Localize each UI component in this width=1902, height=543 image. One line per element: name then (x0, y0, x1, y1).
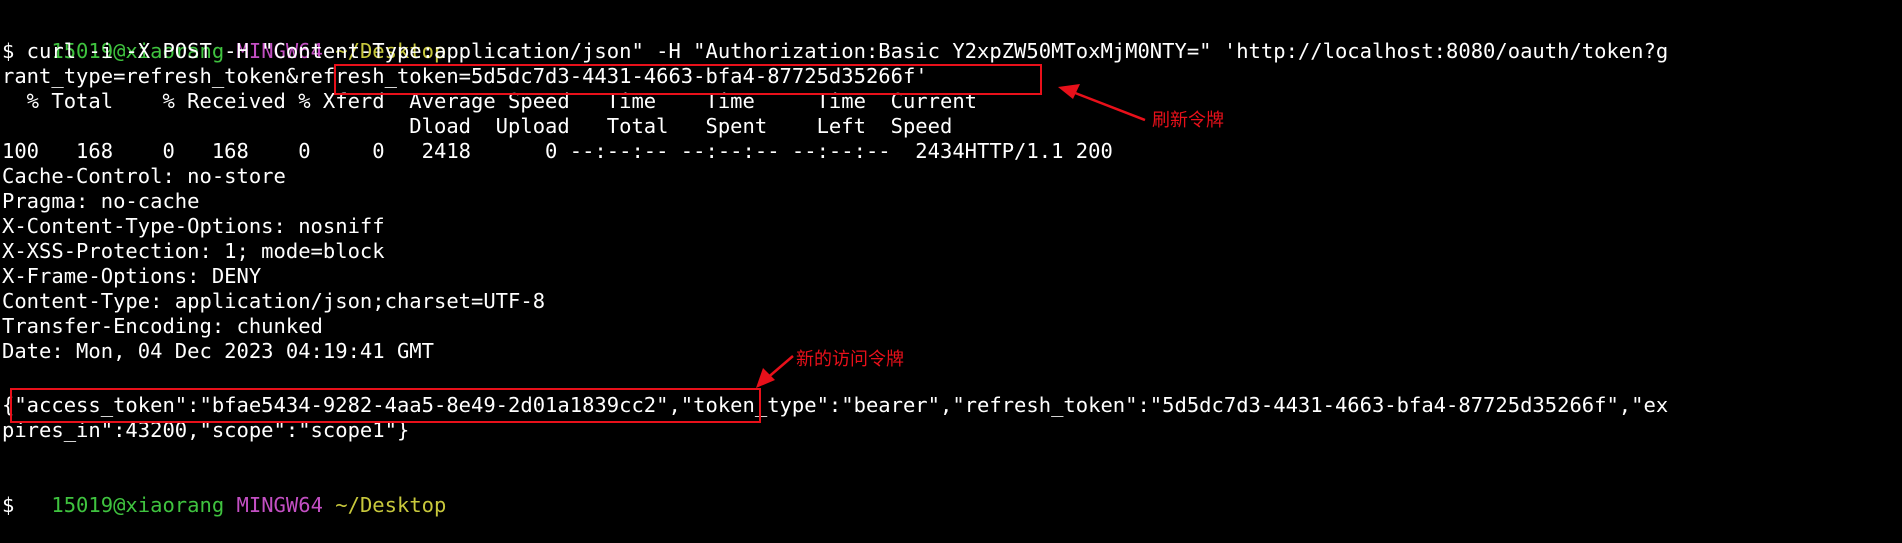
terminal-window[interactable]: 15019@xiaorang MINGW64 ~/Desktop $ curl … (0, 0, 1902, 527)
refresh-note-arrow-icon (1058, 84, 1146, 122)
refresh-token-note: 刷新令牌 (1152, 110, 1224, 131)
access-token-note: 新的访问令牌 (796, 349, 904, 370)
annotation-arrows (756, 84, 1146, 388)
access-note-arrow-icon (756, 355, 794, 388)
